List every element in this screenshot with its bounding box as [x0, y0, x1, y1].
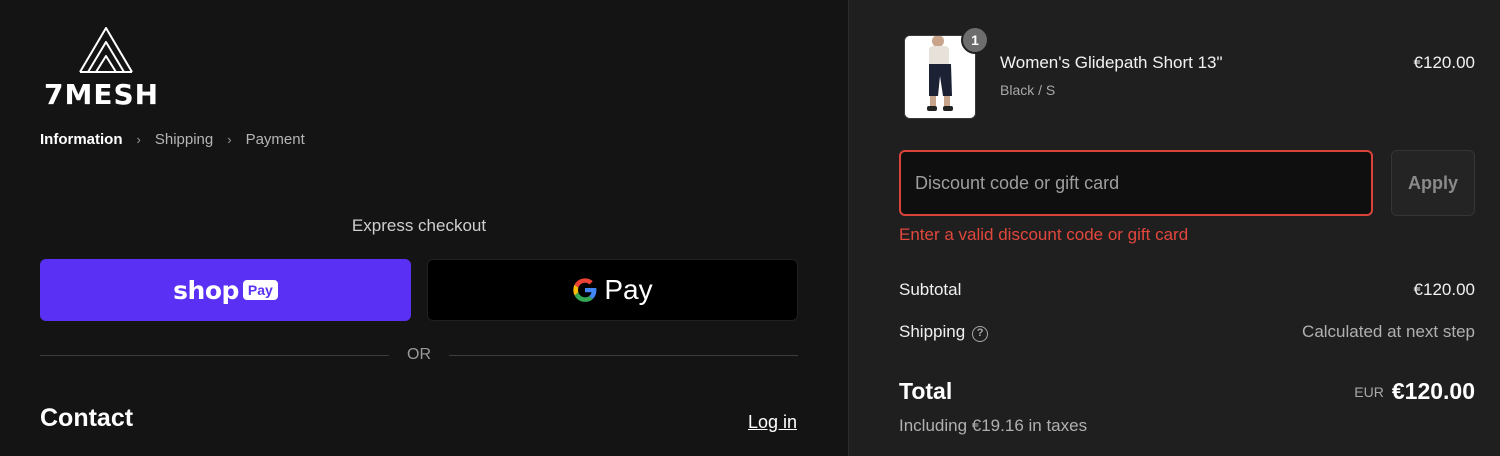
shipping-value: Calculated at next step	[1302, 322, 1475, 341]
checkout-main: 7MESH Information › Shipping › Payment E…	[0, 0, 848, 456]
shop-pay-button[interactable]: shop Pay	[40, 259, 411, 321]
contact-heading: Contact	[40, 404, 134, 432]
breadcrumb-information[interactable]: Information	[40, 131, 123, 148]
quantity-badge: 1	[961, 26, 989, 54]
chevron-right-icon: ›	[227, 132, 232, 147]
total-amount: EUR €120.00	[1354, 378, 1475, 405]
shop-pay-wordmark: shop	[173, 275, 239, 305]
brand-name: 7MESH	[44, 78, 160, 111]
breadcrumb: Information › Shipping › Payment	[40, 131, 305, 148]
product-price: €120.00	[1413, 53, 1475, 72]
shop-pay-chip: Pay	[242, 280, 278, 300]
divider-line	[449, 354, 798, 356]
taxes-note: Including €19.16 in taxes	[899, 416, 1088, 435]
discount-code-input[interactable]	[899, 150, 1373, 216]
apply-discount-button[interactable]: Apply	[1391, 150, 1475, 216]
subtotal-value: €120.00	[1413, 280, 1475, 299]
chevron-right-icon: ›	[136, 132, 141, 147]
currency-code: EUR	[1354, 384, 1384, 400]
or-label: OR	[407, 346, 431, 363]
order-summary: 1 Women's Glidepath Short 13" Black / S …	[848, 0, 1500, 456]
breadcrumb-shipping: Shipping	[154, 131, 214, 148]
breadcrumb-payment: Payment	[245, 131, 305, 148]
shipping-row: Shipping?	[899, 322, 989, 342]
total-value: €120.00	[1391, 378, 1475, 404]
divider-line	[40, 354, 389, 356]
mountain-logo-icon	[79, 27, 133, 73]
log-in-link[interactable]: Log in	[748, 412, 797, 433]
google-g-icon	[573, 278, 597, 302]
help-circle-icon[interactable]: ?	[972, 326, 989, 342]
express-checkout-title: Express checkout	[351, 216, 487, 235]
product-variant: Black / S	[1000, 82, 1056, 98]
google-pay-button[interactable]: Pay	[427, 259, 798, 321]
subtotal-label: Subtotal	[899, 280, 962, 299]
product-name: Women's Glidepath Short 13"	[1000, 53, 1223, 72]
total-label: Total	[899, 378, 953, 404]
google-pay-label: Pay	[604, 274, 653, 305]
or-divider: OR	[40, 346, 798, 364]
discount-error-message: Enter a valid discount code or gift card	[899, 225, 1189, 244]
brand-logo[interactable]: 7MESH	[44, 26, 168, 111]
shipping-label: Shipping	[899, 322, 966, 341]
